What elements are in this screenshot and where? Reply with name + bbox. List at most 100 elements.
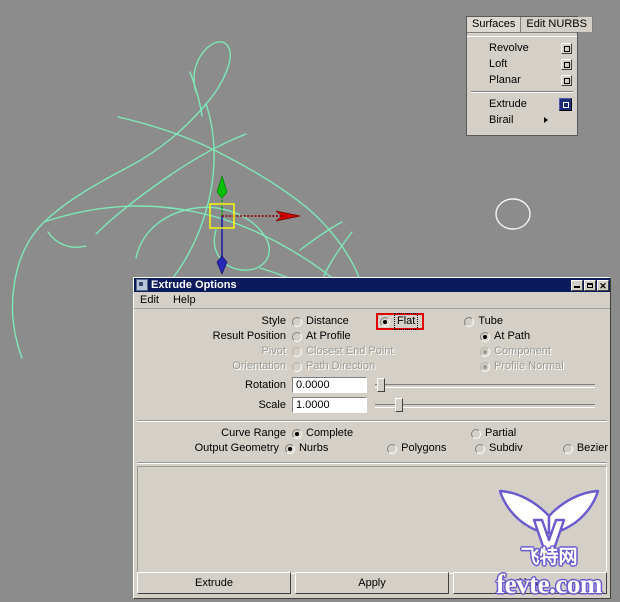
- menu-item-label: Extrude: [489, 98, 527, 110]
- option-box-icon[interactable]: [561, 58, 572, 70]
- maximize-button[interactable]: [584, 279, 596, 291]
- close-icon[interactable]: ✕: [597, 279, 609, 291]
- rotation-input[interactable]: [292, 377, 367, 393]
- surfaces-menu-panel[interactable]: Surfaces Edit NURBS Revolve Loft Planar …: [466, 16, 593, 136]
- radio-dot-disabled: [292, 346, 302, 357]
- flat-annotation-box: Flat: [376, 313, 425, 330]
- window-titlebar[interactable]: Extrude Options ✕: [134, 278, 610, 292]
- minimize-button[interactable]: [571, 279, 583, 291]
- radio-label: Path Direction: [306, 360, 376, 372]
- radio-result-at-profile[interactable]: At Profile: [292, 329, 376, 344]
- radio-dot-selected: [292, 428, 302, 439]
- radio-output-bezier[interactable]: Bezier: [562, 441, 609, 456]
- radio-curve-range-partial[interactable]: Partial: [471, 426, 516, 441]
- scale-label: Scale: [258, 399, 286, 411]
- output-geometry-label: Output Geometry: [194, 442, 279, 454]
- menu-item-label: Loft: [489, 58, 508, 70]
- style-row: Style Distance Flat Tube: [134, 313, 610, 330]
- orientation-row: Orientation Path Direction Profile Norma…: [134, 359, 610, 374]
- radio-dot: [562, 443, 573, 454]
- empty-options-panel: [137, 466, 607, 574]
- menu-item-label: Revolve: [489, 42, 529, 54]
- radio-orientation-path-direction: Path Direction: [292, 359, 376, 374]
- radio-label: Nurbs: [298, 442, 329, 454]
- radio-label: At Path: [494, 330, 531, 342]
- menu-item-label: Planar: [489, 74, 521, 86]
- radio-output-subdiv[interactable]: Subdiv: [474, 441, 561, 456]
- close-glyph: ✕: [599, 280, 607, 291]
- radio-curve-range-complete[interactable]: Complete: [292, 426, 397, 441]
- menu-tab-strip[interactable]: Surfaces Edit NURBS: [467, 17, 593, 33]
- option-box-icon[interactable]: [561, 74, 572, 86]
- slider-handle[interactable]: [377, 378, 386, 392]
- geometry-section: Curve Range Complete Partial Output Geom…: [134, 424, 610, 460]
- dialog-menubar[interactable]: Edit Help: [134, 292, 610, 309]
- radio-dot-disabled: [292, 361, 302, 372]
- menu-tab-edit-nurbs[interactable]: Edit NURBS: [521, 17, 593, 32]
- extrude-options-section: Style Distance Flat Tube Result Position…: [134, 309, 610, 418]
- close-button[interactable]: Close: [453, 572, 607, 594]
- window-controls[interactable]: ✕: [571, 279, 609, 291]
- extrude-button[interactable]: Extrude: [137, 572, 291, 594]
- radio-output-nurbs[interactable]: Nurbs: [284, 441, 385, 456]
- radio-label: Component: [494, 345, 551, 357]
- orientation-label: Orientation: [232, 360, 286, 372]
- radio-dot: [292, 331, 302, 342]
- style-label: Style: [261, 315, 286, 327]
- radio-result-at-path[interactable]: At Path: [480, 329, 530, 344]
- extrude-options-window[interactable]: Extrude Options ✕ Edit Help Style Distan…: [133, 277, 611, 599]
- output-geometry-row: Output Geometry Nurbs Polygons Subdiv Be…: [134, 441, 610, 456]
- menu-separator: [471, 91, 573, 93]
- menu-edit[interactable]: Edit: [140, 292, 159, 308]
- curve-range-label: Curve Range: [221, 427, 286, 439]
- radio-dot-selected: [380, 316, 390, 327]
- menu-items: Revolve Loft Planar Extrude Birail: [467, 37, 577, 128]
- radio-label: Polygons: [401, 442, 447, 454]
- pivot-label: Pivot: [261, 345, 286, 357]
- radio-output-polygons[interactable]: Polygons: [387, 441, 473, 456]
- slider-track: [375, 404, 595, 408]
- maya-app-icon: [136, 279, 148, 291]
- radio-dot-disabled-selected: [480, 346, 490, 357]
- menu-help[interactable]: Help: [173, 292, 196, 308]
- radio-label: Flat: [394, 313, 419, 330]
- dialog-button-bar: Extrude Apply Close: [137, 572, 607, 594]
- radio-dot: [292, 316, 302, 327]
- menu-item-label: Birail: [489, 114, 514, 126]
- slider-track: [375, 384, 595, 388]
- radio-style-tube[interactable]: Tube: [464, 314, 503, 329]
- radio-dot-selected: [480, 331, 490, 342]
- radio-label: Bezier: [576, 442, 609, 454]
- result-position-label: Result Position: [212, 330, 286, 342]
- menu-item-revolve[interactable]: Revolve: [467, 40, 577, 56]
- radio-label: Closest End Point: [306, 345, 394, 357]
- radio-dot: [464, 316, 475, 327]
- radio-pivot-closest-end-point: Closest End Point: [292, 344, 393, 359]
- radio-dot: [471, 428, 481, 439]
- option-box-icon[interactable]: [561, 42, 572, 54]
- radio-dot-disabled-selected: [480, 361, 490, 372]
- radio-style-distance[interactable]: Distance: [292, 314, 376, 329]
- menu-item-loft[interactable]: Loft: [467, 56, 577, 72]
- option-box-icon-selected[interactable]: [559, 97, 572, 111]
- slider-handle[interactable]: [394, 398, 403, 412]
- radio-style-flat[interactable]: Flat: [380, 313, 419, 330]
- scale-input[interactable]: [292, 397, 367, 413]
- radio-label: Profile Normal: [494, 360, 564, 372]
- radio-label: Distance: [306, 315, 349, 327]
- apply-button[interactable]: Apply: [295, 572, 449, 594]
- menu-item-birail[interactable]: Birail: [467, 112, 577, 128]
- menu-item-extrude[interactable]: Extrude: [467, 96, 577, 112]
- scale-slider[interactable]: [375, 397, 595, 413]
- rotation-slider[interactable]: [375, 377, 595, 393]
- radio-pivot-component: Component: [480, 344, 551, 359]
- menu-tab-surfaces[interactable]: Surfaces: [467, 17, 522, 32]
- radio-label: Subdiv: [488, 442, 523, 454]
- result-position-row: Result Position At Profile At Path: [134, 329, 610, 344]
- menu-item-planar[interactable]: Planar: [467, 72, 577, 88]
- section-divider: [137, 420, 607, 422]
- curve-range-row: Curve Range Complete Partial: [134, 426, 610, 441]
- rotation-label: Rotation: [245, 379, 286, 391]
- rotation-row: Rotation: [134, 376, 610, 394]
- radio-label: Tube: [478, 315, 504, 327]
